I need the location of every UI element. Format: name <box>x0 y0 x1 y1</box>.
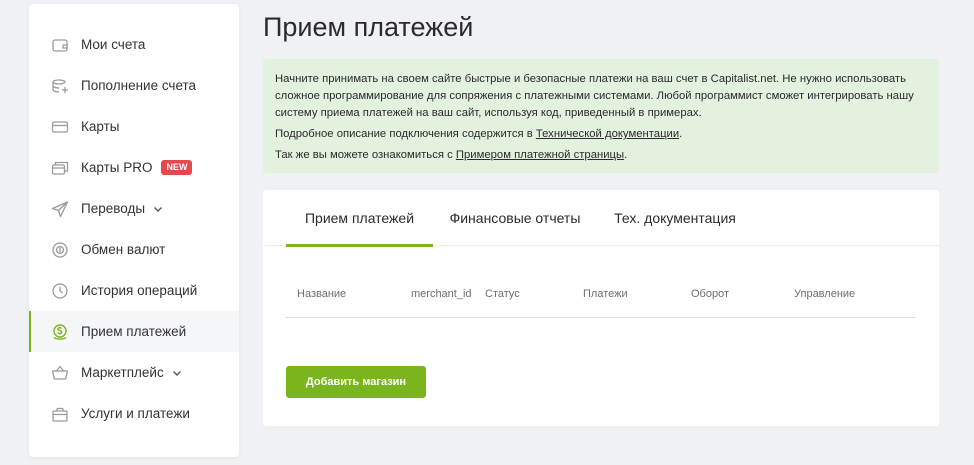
column-header-name: Название <box>297 288 347 300</box>
sidebar-item-label: Обмен валют <box>81 242 166 257</box>
tech-docs-link[interactable]: Технической документации <box>536 128 679 140</box>
column-header-status: Статус <box>485 288 520 300</box>
column-header-merchant-id: merchant_id <box>411 288 472 300</box>
clock-icon <box>50 281 70 301</box>
sidebar-item-cards-pro[interactable]: Карты PRO NEW <box>29 147 239 188</box>
sidebar-item-label: Карты PRO <box>81 160 153 175</box>
sidebar-item-my-accounts[interactable]: Мои счета <box>29 24 239 65</box>
sidebar-item-label: История операций <box>81 283 198 298</box>
info-text: Начните принимать на своем сайте быстрые… <box>275 73 914 119</box>
chevron-down-icon <box>172 368 182 378</box>
basket-icon <box>50 363 70 383</box>
sidebar-item-label: Услуги и платежи <box>81 406 190 421</box>
sidebar-item-services[interactable]: Услуги и платежи <box>29 393 239 434</box>
table-header: Название merchant_id Статус Платежи Обор… <box>285 278 916 318</box>
sidebar-item-cards[interactable]: Карты <box>29 106 239 147</box>
tab-tech-docs[interactable]: Тех. документация <box>611 190 739 246</box>
new-badge: NEW <box>161 160 193 175</box>
cards-pro-icon <box>50 158 70 178</box>
sidebar-item-payment-accept[interactable]: Прием платежей <box>29 311 239 352</box>
services-icon <box>50 404 70 424</box>
chevron-down-icon <box>153 204 163 214</box>
sidebar-item-transfers[interactable]: Переводы <box>29 188 239 229</box>
info-docs-suffix: . <box>679 128 683 140</box>
sidebar-item-history[interactable]: История операций <box>29 270 239 311</box>
send-icon <box>50 199 70 219</box>
add-store-button[interactable]: Добавить магазин <box>286 366 426 398</box>
sidebar-item-label: Прием платежей <box>81 324 187 339</box>
payment-accept-icon <box>50 322 70 342</box>
column-header-management: Управление <box>794 288 856 300</box>
sidebar-item-label: Карты <box>81 119 120 134</box>
info-docs-line: Подробное описание подключения содержитс… <box>275 126 927 143</box>
info-box: Начните принимать на своем сайте быстрые… <box>263 59 939 173</box>
sidebar-item-label: Маркетплейс <box>81 365 164 380</box>
sidebar-item-top-up[interactable]: Пополнение счета <box>29 65 239 106</box>
payment-page-example-link[interactable]: Примером платежной страницы <box>456 149 624 161</box>
sidebar-item-exchange[interactable]: Обмен валют <box>29 229 239 270</box>
sidebar-item-label: Пополнение счета <box>81 78 197 93</box>
sidebar-item-label: Переводы <box>81 201 146 216</box>
tab-financial-reports[interactable]: Финансовые отчеты <box>445 190 585 246</box>
exchange-icon <box>50 240 70 260</box>
stores-card: Прием платежей Финансовые отчеты Тех. до… <box>263 190 939 426</box>
tab-payment-accept[interactable]: Прием платежей <box>286 190 433 247</box>
tabs: Прием платежей Финансовые отчеты Тех. до… <box>263 190 939 247</box>
sidebar-item-marketplace[interactable]: Маркетплейс <box>29 352 239 393</box>
info-example-line: Так же вы можете ознакомиться с Примером… <box>275 147 927 164</box>
page-title: Прием платежей <box>263 12 474 42</box>
column-header-payments: Платежи <box>583 288 628 300</box>
column-header-turnover: Оборот <box>691 288 730 300</box>
info-example-prefix: Так же вы можете ознакомиться с <box>275 149 456 161</box>
info-example-suffix: . <box>624 149 628 161</box>
card-icon <box>50 117 70 137</box>
info-docs-prefix: Подробное описание подключения содержитс… <box>275 128 536 140</box>
wallet-icon <box>50 35 70 55</box>
sidebar-item-label: Мои счета <box>81 37 146 52</box>
coins-add-icon <box>50 76 70 96</box>
sidebar: Мои счета Пополнение счета Карты Карты P… <box>29 4 239 457</box>
